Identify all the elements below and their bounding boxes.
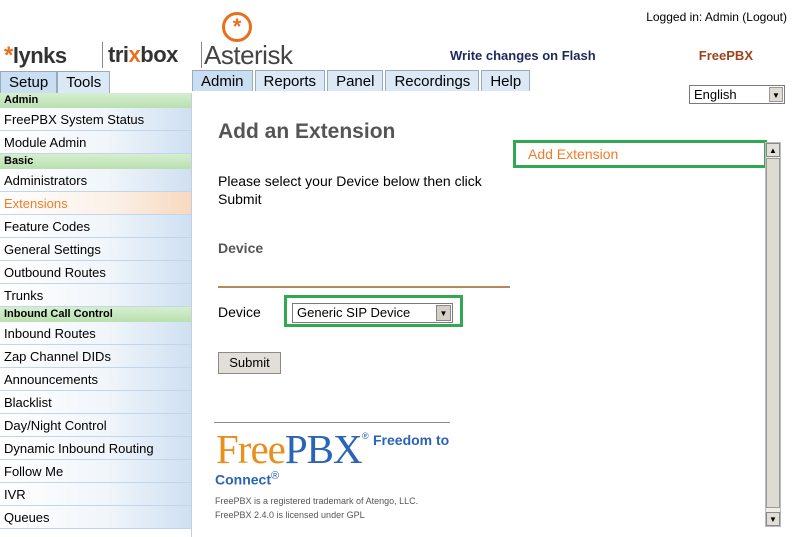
language-select[interactable]: English ▼ — [689, 85, 785, 104]
sidebar-item-announcements[interactable]: Announcements — [0, 368, 191, 391]
logout-link[interactable]: (Logout) — [742, 10, 787, 24]
device-select-highlight: Generic SIP Device ▼ — [284, 295, 463, 327]
sidebar-item-outbound-routes[interactable]: Outbound Routes — [0, 261, 191, 284]
vendor-logos: *lynks trixbox * Asterisk — [4, 12, 304, 70]
top-tab-bar: Admin Reports Panel Recordings Help — [192, 70, 532, 91]
sidebar-item-administrators[interactable]: Administrators — [0, 169, 191, 192]
sidebar-item-module-admin[interactable]: Module Admin — [0, 131, 191, 154]
sidebar-item-extensions[interactable]: Extensions — [0, 192, 191, 215]
freedom-tagline: Freedom to — [373, 432, 450, 448]
page-title: Add an Extension — [218, 120, 396, 143]
trademark-notice: FreePBX is a registered trademark of Ate… — [215, 496, 419, 506]
scroll-down-icon[interactable]: ▼ — [766, 512, 780, 526]
asterisk-badge-icon: * — [222, 12, 252, 42]
sidebar-item-blacklist[interactable]: Blacklist — [0, 391, 191, 414]
freepbx-brand: FreePBX — [698, 48, 753, 63]
sidebar-item-follow-me[interactable]: Follow Me — [0, 460, 191, 483]
sidebar-item-freepbx-system-status[interactable]: FreePBX System Status — [0, 108, 191, 131]
lynks-logo: *lynks — [4, 42, 67, 69]
device-label: Device — [218, 304, 261, 320]
device-select-value: Generic SIP Device — [297, 305, 411, 320]
right-pane-scrollbar[interactable]: ▲ ▼ — [765, 142, 781, 527]
sidebar-item-queues[interactable]: Queues — [0, 506, 191, 529]
sidebar-item-zap-channel-dids[interactable]: Zap Channel DIDs — [0, 345, 191, 368]
sidebar-item-day-night-control[interactable]: Day/Night Control — [0, 414, 191, 437]
tab-recordings[interactable]: Recordings — [385, 70, 480, 91]
tab-tools[interactable]: Tools — [57, 71, 111, 93]
left-tab-bar: Setup Tools — [0, 71, 192, 93]
device-select[interactable]: Generic SIP Device ▼ — [292, 303, 453, 323]
registered-mark: ® — [362, 431, 369, 441]
sidebar-item-trunks[interactable]: Trunks — [0, 284, 191, 307]
logo-divider — [201, 42, 202, 68]
sidebar-section-admin: Admin — [0, 93, 191, 108]
asterisk-logo: Asterisk — [204, 40, 293, 70]
sidebar-item-general-settings[interactable]: General Settings — [0, 238, 191, 261]
device-section-heading: Device — [218, 240, 264, 256]
scroll-up-icon[interactable]: ▲ — [766, 143, 780, 157]
trixbox-logo: trixbox — [108, 42, 178, 67]
chevron-down-icon[interactable]: ▼ — [436, 305, 451, 321]
asterisk-star-icon: * — [4, 42, 13, 69]
sidebar-item-feature-codes[interactable]: Feature Codes — [0, 215, 191, 238]
login-status: Logged in: Admin (Logout) — [646, 10, 787, 24]
write-flash-link[interactable]: Write changes on Flash — [450, 48, 596, 63]
tab-panel[interactable]: Panel — [327, 70, 384, 91]
freepbx-logo: FreePBX — [216, 426, 363, 472]
chevron-down-icon[interactable]: ▼ — [769, 87, 783, 102]
tab-help[interactable]: Help — [481, 70, 531, 91]
submit-button[interactable]: Submit — [218, 352, 281, 374]
sidebar-item-ivr[interactable]: IVR — [0, 483, 191, 506]
connect-tagline: Connect® — [215, 470, 280, 488]
section-divider — [218, 286, 510, 288]
language-value: English — [694, 87, 737, 102]
sidebar-item-dynamic-inbound-routing[interactable]: Dynamic Inbound Routing — [0, 437, 191, 460]
scroll-thumb[interactable] — [766, 158, 780, 508]
sidebar-item-inbound-routes[interactable]: Inbound Routes — [0, 322, 191, 345]
logged-in-text: Logged in: Admin — [646, 10, 739, 24]
right-pane-highlight: Add Extension — [513, 140, 767, 168]
sidebar-section-basic: Basic — [0, 154, 191, 169]
sidebar: Admin FreePBX System Status Module Admin… — [0, 93, 192, 537]
tab-setup[interactable]: Setup — [0, 71, 58, 93]
license-notice: FreePBX 2.4.0 is licensed under GPL — [215, 510, 365, 520]
tab-reports[interactable]: Reports — [254, 70, 326, 91]
logo-divider — [102, 42, 103, 68]
add-extension-link[interactable]: Add Extension — [528, 146, 618, 162]
footer-divider — [214, 422, 450, 423]
sidebar-section-inbound-call-control: Inbound Call Control — [0, 307, 191, 322]
tab-admin[interactable]: Admin — [192, 70, 253, 91]
instructions-text: Please select your Device below then cli… — [218, 173, 482, 207]
